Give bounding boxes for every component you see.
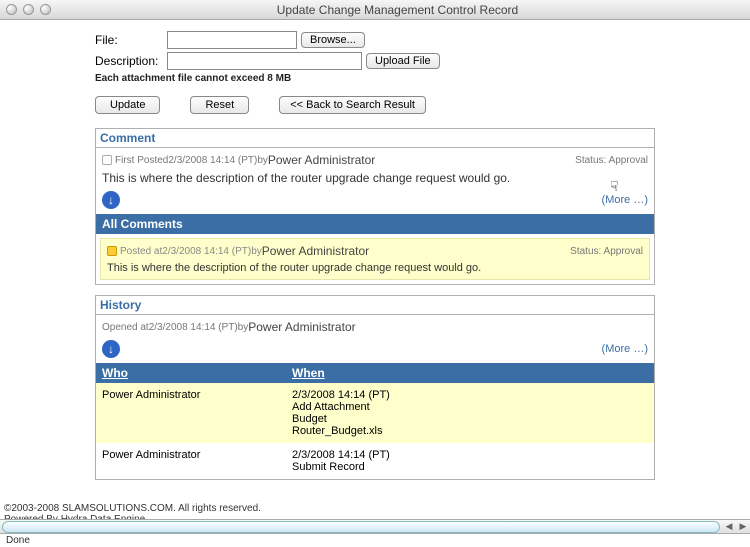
history-panel-body: Opened at 2/3/2008 14:14 (PT) by Power A… — [96, 315, 654, 363]
history-timestamp: 2/3/2008 14:14 (PT) — [149, 322, 238, 333]
scrollbar-thumb[interactable] — [2, 521, 720, 533]
sub-comment-timestamp: 2/3/2008 14:14 (PT) — [162, 246, 251, 257]
note-icon — [102, 155, 112, 165]
history-when: 2/3/2008 14:14 (PT) Add Attachment Budge… — [292, 389, 648, 437]
col-who[interactable]: Who — [102, 366, 292, 380]
file-input[interactable] — [167, 31, 297, 49]
description-input[interactable] — [167, 52, 362, 70]
scroll-left-icon[interactable]: ◀ — [722, 521, 736, 532]
window-title: Update Change Management Control Record — [51, 3, 744, 17]
comment-bottom-row: ↓ (More …) — [102, 191, 648, 209]
sub-comment-status: Status: Approval — [570, 246, 643, 257]
history-more-link[interactable]: (More …) — [602, 343, 648, 355]
all-comments-header: All Comments — [96, 214, 654, 234]
history-panel: History Opened at 2/3/2008 14:14 (PT) by… — [95, 295, 655, 480]
attachment-size-note: Each attachment file cannot exceed 8 MB — [95, 73, 655, 84]
history-bottom-row: ↓ (More …) — [102, 340, 648, 358]
main-content: File: Browse... Description: Upload File… — [95, 20, 655, 480]
copyright-text: ©2003-2008 SLAMSOLUTIONS.COM. All rights… — [4, 503, 261, 514]
sub-comment-body: This is where the description of the rou… — [107, 262, 643, 274]
browse-button[interactable]: Browse... — [301, 32, 365, 48]
sub-comment-author: Power Administrator — [262, 244, 369, 258]
table-row: Power Administrator 2/3/2008 14:14 (PT) … — [96, 383, 654, 443]
comment-meta: First Posted 2/3/2008 14:14 (PT) by Powe… — [102, 153, 648, 167]
scroll-right-icon[interactable]: ▶ — [736, 521, 750, 532]
comment-panel: Comment First Posted 2/3/2008 14:14 (PT)… — [95, 128, 655, 285]
description-row: Description: Upload File — [95, 52, 655, 70]
comment-item: Posted at 2/3/2008 14:14 (PT) by Power A… — [100, 238, 650, 280]
comment-status: Status: Approval — [575, 155, 648, 166]
comment-body: This is where the description of the rou… — [102, 171, 648, 185]
comment-panel-body: First Posted 2/3/2008 14:14 (PT) by Powe… — [96, 148, 654, 214]
status-text: Done — [6, 535, 30, 546]
history-panel-title: History — [96, 296, 654, 315]
col-when[interactable]: When — [292, 366, 325, 380]
history-when: 2/3/2008 14:14 (PT) Submit Record — [292, 449, 648, 473]
sub-status-label: Status: — [570, 246, 603, 257]
history-table-header: Who When — [96, 363, 654, 383]
first-posted-prefix: First Posted — [115, 155, 168, 166]
file-row: File: Browse... — [95, 31, 655, 49]
comment-timestamp: 2/3/2008 14:14 (PT) — [168, 155, 257, 166]
status-label: Status: — [575, 155, 608, 166]
by-text: by — [251, 246, 262, 257]
minimize-window-button[interactable] — [23, 4, 34, 15]
reset-button[interactable]: Reset — [190, 96, 249, 114]
posted-prefix: Posted at — [120, 246, 162, 257]
sticky-note-icon — [107, 246, 117, 256]
opened-prefix: Opened at — [102, 322, 149, 333]
zoom-window-button[interactable] — [40, 4, 51, 15]
file-label: File: — [95, 33, 167, 47]
horizontal-scrollbar[interactable]: ◀ ▶ — [0, 519, 750, 533]
sub-comment-meta: Posted at 2/3/2008 14:14 (PT) by Power A… — [107, 244, 643, 258]
window-titlebar: Update Change Management Control Record — [0, 0, 750, 20]
window-controls — [6, 4, 51, 15]
comment-more-link[interactable]: (More …) — [602, 194, 648, 206]
by-text: by — [257, 155, 268, 166]
status-bar: Done — [0, 533, 750, 547]
description-label: Description: — [95, 54, 167, 68]
history-meta: Opened at 2/3/2008 14:14 (PT) by Power A… — [102, 320, 648, 334]
status-value: Approval — [609, 155, 648, 166]
expand-down-icon[interactable]: ↓ — [102, 340, 120, 358]
upload-file-button[interactable]: Upload File — [366, 53, 440, 69]
table-row: Power Administrator 2/3/2008 14:14 (PT) … — [96, 443, 654, 479]
sub-status-value: Approval — [604, 246, 643, 257]
by-text: by — [238, 322, 249, 333]
history-author: Power Administrator — [248, 320, 355, 334]
history-who: Power Administrator — [102, 449, 292, 473]
close-window-button[interactable] — [6, 4, 17, 15]
update-button[interactable]: Update — [95, 96, 160, 114]
comment-author: Power Administrator — [268, 153, 375, 167]
action-buttons: Update Reset << Back to Search Result — [95, 94, 655, 128]
history-who: Power Administrator — [102, 389, 292, 437]
expand-down-icon[interactable]: ↓ — [102, 191, 120, 209]
comment-panel-title: Comment — [96, 129, 654, 148]
back-to-search-button[interactable]: << Back to Search Result — [279, 96, 426, 114]
